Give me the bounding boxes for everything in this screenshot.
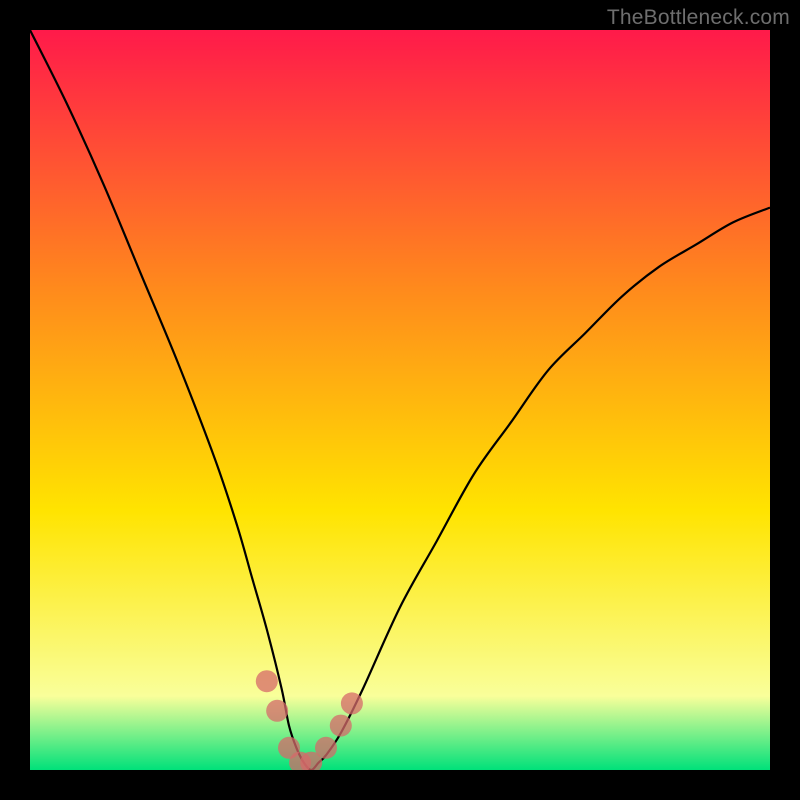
curve-marker (315, 737, 337, 759)
curve-marker (341, 692, 363, 714)
curve-marker (266, 700, 288, 722)
plot-area (30, 30, 770, 770)
watermark-text: TheBottleneck.com (607, 6, 790, 30)
chart-frame: TheBottleneck.com (0, 0, 800, 800)
bottleneck-curve (30, 30, 770, 770)
curve-layer (30, 30, 770, 770)
curve-marker (256, 670, 278, 692)
curve-marker (330, 715, 352, 737)
curve-markers (256, 670, 363, 770)
